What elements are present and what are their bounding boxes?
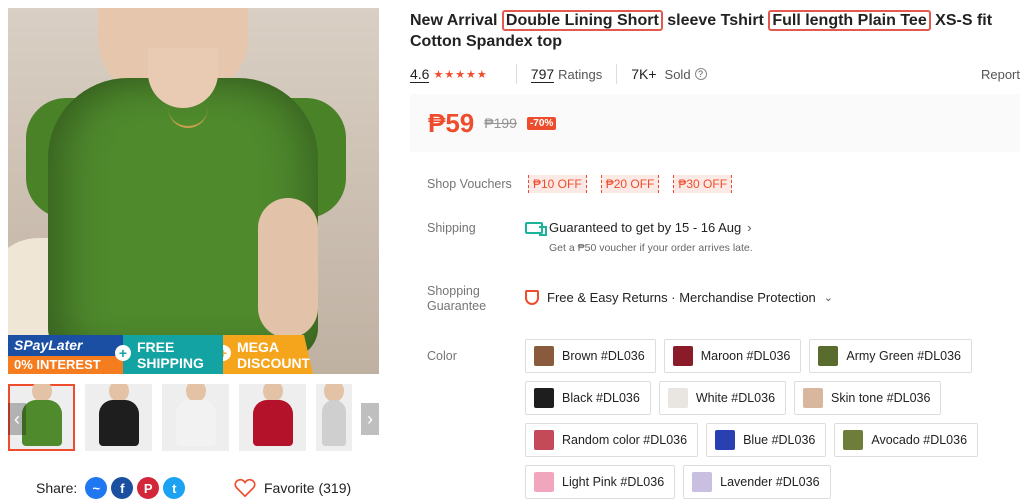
share-row: Share: ~ f P t	[36, 477, 186, 499]
thumb-next-button[interactable]: ›	[361, 403, 379, 435]
color-swatch	[667, 388, 688, 408]
product-main-image[interactable]	[8, 8, 379, 374]
heart-icon	[234, 478, 256, 498]
thumbnail[interactable]	[316, 384, 352, 451]
color-label: Color	[427, 349, 457, 363]
title-highlight-1: Double Lining Short	[501, 10, 663, 31]
rating-value[interactable]: 4.6	[410, 66, 430, 83]
promo-free-shipping: + FREE SHIPPING	[115, 335, 223, 374]
chevron-down-icon: ⌄	[823, 292, 833, 304]
shipping-voucher-note: Get a ₱50 voucher if your order arrives …	[549, 242, 753, 254]
color-option-label: Brown #DL036	[562, 349, 645, 363]
thumbnail[interactable]	[239, 384, 306, 451]
color-swatch	[534, 346, 554, 366]
voucher-chip[interactable]: ₱30 OFF	[673, 175, 733, 193]
report-link[interactable]: Report	[981, 67, 1020, 82]
ratings-count[interactable]: 797	[530, 66, 555, 83]
color-swatch	[534, 388, 554, 408]
color-option-label: Light Pink #DL036	[562, 475, 665, 489]
current-price: ₱59	[428, 107, 475, 138]
color-swatch	[803, 388, 824, 408]
color-option[interactable]: Random color #DL036	[525, 423, 699, 457]
color-option[interactable]: Avocado #DL036	[834, 423, 979, 457]
color-option-label: Maroon #DL036	[700, 349, 791, 363]
color-option-label: Army Green #DL036	[846, 349, 961, 363]
discount-badge: -70%	[526, 116, 557, 130]
voucher-chip[interactable]: ₱10 OFF	[528, 175, 587, 193]
sold-count: 7K+	[631, 66, 657, 82]
color-swatch	[672, 346, 693, 366]
color-option-label: Skin tone #DL036	[831, 391, 931, 405]
color-option[interactable]: Maroon #DL036	[663, 339, 802, 373]
color-swatch	[692, 472, 713, 492]
original-price: ₱199	[484, 115, 517, 131]
color-row: Light Pink #DL036 Lavender #DL036	[525, 465, 995, 499]
shipping-estimate[interactable]: Guaranteed to get by 15 - 16 Aug ›	[525, 220, 752, 236]
favorite-button[interactable]: Favorite (319)	[234, 478, 351, 498]
color-row: Random color #DL036 Blue #DL036 Avocado #D…	[525, 423, 995, 457]
color-swatch	[534, 430, 554, 450]
thumbnail[interactable]	[85, 384, 152, 451]
color-swatch	[843, 430, 864, 450]
color-option[interactable]: Lavender #DL036	[683, 465, 831, 499]
promo-mega-discount: + MEGA DISCOUNT	[223, 335, 313, 374]
title-highlight-2: Full length Plain Tee	[768, 10, 931, 31]
color-option[interactable]: Black #DL036	[525, 381, 651, 415]
color-option[interactable]: White #DL036	[658, 381, 787, 415]
promo-banner: SPayLater 0% INTEREST + FREE SHIPPING + …	[8, 335, 379, 374]
chevron-right-icon: ›	[747, 220, 752, 235]
color-row: Brown #DL036 Maroon #DL036 Army Green #DL0…	[525, 339, 995, 373]
voucher-list: ₱10 OFF ₱20 OFF ₱30 OFF	[528, 175, 733, 193]
star-rating-icon: ★★★★★	[433, 68, 488, 81]
color-swatch	[534, 472, 554, 492]
messenger-icon[interactable]: ~	[85, 477, 108, 499]
color-swatch	[715, 430, 736, 450]
color-option-label: Random color #DL036	[562, 433, 688, 447]
color-option-label: Avocado #DL036	[871, 433, 968, 447]
shipping-label: Shipping	[427, 221, 476, 235]
truck-icon	[525, 221, 547, 236]
color-option-label: Black #DL036	[562, 391, 640, 405]
twitter-icon[interactable]: t	[163, 477, 186, 499]
vouchers-label: Shop Vouchers	[427, 177, 512, 191]
color-option[interactable]: Brown #DL036	[525, 339, 656, 373]
guarantee-dropdown[interactable]: Free & Easy Returns · Merchandise Protec…	[525, 290, 833, 305]
thumb-prev-button[interactable]: ‹	[8, 403, 26, 435]
plus-icon: +	[115, 345, 131, 361]
product-stats: 4.6 ★★★★★ 797 Ratings 7K+ Sold ? Report	[410, 64, 1020, 84]
color-options: Brown #DL036 Maroon #DL036 Army Green #DL0…	[525, 339, 995, 503]
product-title: New Arrival Double Lining Short sleeve T…	[410, 10, 993, 50]
share-label: Share:	[36, 480, 78, 496]
price-box: ₱59 ₱199 -70%	[410, 94, 1020, 152]
color-swatch	[818, 346, 839, 366]
help-icon[interactable]: ?	[694, 68, 707, 80]
color-option-label: White #DL036	[695, 391, 776, 405]
thumbnail[interactable]	[162, 384, 229, 451]
shield-icon	[525, 290, 539, 305]
facebook-icon[interactable]: f	[111, 477, 134, 499]
thumbnail-strip	[8, 384, 379, 452]
promo-paylater: SPayLater 0% INTEREST	[8, 335, 123, 374]
color-option[interactable]: Light Pink #DL036	[525, 465, 676, 499]
color-option[interactable]: Army Green #DL036	[809, 339, 972, 373]
color-option[interactable]: Skin tone #DL036	[794, 381, 942, 415]
voucher-chip[interactable]: ₱20 OFF	[600, 175, 660, 193]
pinterest-icon[interactable]: P	[137, 477, 160, 499]
color-option-label: Lavender #DL036	[720, 475, 820, 489]
color-option[interactable]: Blue #DL036	[706, 423, 827, 457]
color-option-label: Blue #DL036	[743, 433, 816, 447]
color-row: Black #DL036 White #DL036 Skin tone #DL036	[525, 381, 995, 415]
guarantee-label: Shopping Guarantee	[427, 284, 487, 313]
